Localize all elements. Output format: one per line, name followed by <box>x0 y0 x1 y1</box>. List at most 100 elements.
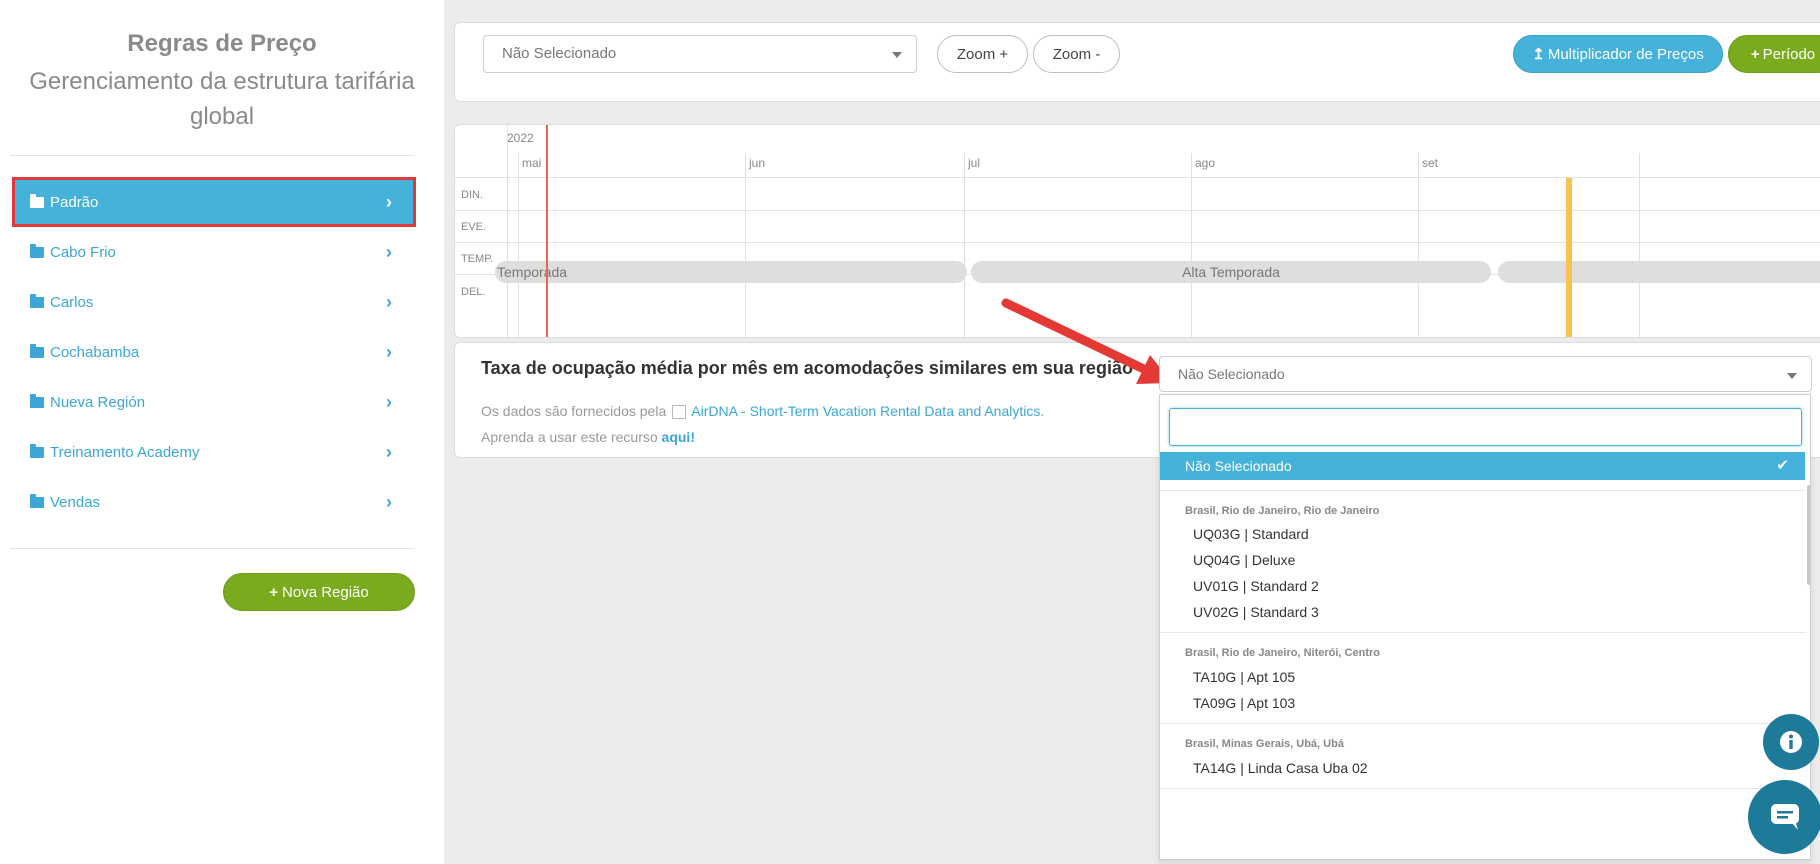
folder-open-icon <box>30 193 44 208</box>
divider <box>10 548 415 549</box>
dropdown-option[interactable]: UV02G | Standard 3 <box>1193 604 1319 620</box>
arrow-annotation <box>1001 298 1172 384</box>
row-label-del: DEL. <box>461 286 486 298</box>
price-multiplier-label: Multiplicador de Preços <box>1547 45 1704 63</box>
season-bar[interactable]: Temporada <box>495 261 967 283</box>
chevron-right-icon: › <box>386 392 392 412</box>
chevron-right-icon: › <box>386 192 392 212</box>
month-divider <box>518 153 519 337</box>
dropdown-group-label: Brasil, Minas Gerais, Ubá, Ubá <box>1185 738 1344 750</box>
dropdown-scrollbar[interactable] <box>1807 485 1810 585</box>
zoom-in-button[interactable]: Zoom + <box>937 35 1028 73</box>
month-divider <box>745 153 746 337</box>
date-marker <box>1566 178 1572 337</box>
dropdown-option[interactable]: TA09G | Apt 103 <box>1193 695 1295 711</box>
learn-prefix: Aprenda a usar este recurso <box>481 429 658 445</box>
row-divider <box>455 242 1820 243</box>
image-icon <box>672 405 687 420</box>
learn-text: Aprenda a usar este recurso aqui! <box>481 429 695 445</box>
dropdown-option[interactable]: TA14G | Linda Casa Uba 02 <box>1193 760 1368 776</box>
chevron-right-icon: › <box>386 442 392 462</box>
dropdown-option-selected[interactable]: Não Selecionado ✔ <box>1160 452 1805 480</box>
folder-icon <box>30 493 44 508</box>
month-label: jul <box>968 156 981 170</box>
folder-icon <box>30 293 44 308</box>
folder-icon <box>30 343 44 358</box>
dropdown-search-input[interactable] <box>1169 408 1802 446</box>
check-icon: ✔ <box>1776 457 1789 474</box>
month-label: set <box>1422 156 1439 170</box>
sidebar-item-label: Vendas <box>50 493 101 511</box>
chat-icon <box>1771 804 1799 830</box>
month-label: ago <box>1195 156 1216 170</box>
zoom-out-button[interactable]: Zoom - <box>1033 35 1120 73</box>
price-multiplier-button[interactable]: ↥ Multiplicador de Preços <box>1513 35 1723 73</box>
sidebar-item-label: Treinamento Academy <box>50 443 200 461</box>
add-region-label: Nova Região <box>282 583 369 601</box>
chevron-right-icon: › <box>386 242 392 262</box>
sidebar-item-label: Carlos <box>50 293 94 311</box>
dropdown-option[interactable]: TA10G | Apt 105 <box>1193 669 1295 685</box>
sidebar-item-label: Cabo Frio <box>50 243 116 261</box>
sidebar-item-label: Padrão <box>50 193 99 211</box>
timeline-axis <box>507 125 508 337</box>
listing-dropdown: Não Selecionado ✔ Brasil, Rio de Janeiro… <box>1159 394 1811 860</box>
row-divider <box>455 210 1820 211</box>
dropdown-option[interactable]: UV01G | Standard 2 <box>1193 578 1319 594</box>
today-line <box>546 125 548 337</box>
folder-icon <box>30 243 44 258</box>
season-bar[interactable] <box>1498 261 1820 283</box>
month-label: jun <box>749 156 766 170</box>
sidebar-item-cochabamba[interactable]: Cochabamba › <box>14 329 414 375</box>
sidebar-item-treinamento-academy[interactable]: Treinamento Academy › <box>14 429 414 475</box>
dropdown-option-label: Não Selecionado <box>1185 458 1292 474</box>
caret-down-icon <box>892 52 902 58</box>
data-source-prefix: Os dados são fornecidos pela <box>481 403 667 419</box>
divider <box>1160 632 1805 633</box>
info-button[interactable] <box>1763 714 1819 770</box>
dropdown-group-label: Brasil, Rio de Janeiro, Rio de Janeiro <box>1185 505 1380 517</box>
row-label-temp: TEMP. <box>461 253 494 265</box>
upload-icon: ↥ <box>1532 46 1545 63</box>
info-icon <box>1780 731 1802 753</box>
divider <box>1160 490 1805 491</box>
chevron-right-icon: › <box>386 342 392 362</box>
sidebar-item-cabo-frio[interactable]: Cabo Frio › <box>14 229 414 275</box>
month-divider <box>1418 153 1419 337</box>
sidebar-item-carlos[interactable]: Carlos › <box>14 279 414 325</box>
sidebar-item-nueva-region[interactable]: Nueva Región › <box>14 379 414 425</box>
add-region-button[interactable]: + Nova Região <box>223 573 415 611</box>
divider <box>1160 788 1805 789</box>
sidebar-item-padrao[interactable]: Padrão › <box>12 177 416 227</box>
page-title: Regras de Preço <box>127 30 317 57</box>
region-select[interactable]: Não Selecionado <box>483 35 917 73</box>
sidebar-item-vendas[interactable]: Vendas › <box>14 479 414 525</box>
dropdown-option[interactable]: UQ03G | Standard <box>1193 526 1309 542</box>
plus-icon: + <box>269 583 279 601</box>
timeline-year: 2022 <box>507 131 534 145</box>
season-bar[interactable]: Alta Temporada <box>971 261 1491 283</box>
listing-select[interactable]: Não Selecionado <box>1159 356 1812 392</box>
chevron-right-icon: › <box>386 292 392 312</box>
chat-button[interactable] <box>1748 780 1820 854</box>
page-subtitle: Gerenciamento da estrutura tarifária glo… <box>29 68 415 130</box>
airdna-link[interactable]: AirDNA - Short-Term Vacation Rental Data… <box>691 403 1040 419</box>
listing-select-value: Não Selecionado <box>1178 366 1285 382</box>
learn-link[interactable]: aqui! <box>662 429 695 445</box>
month-label: mai <box>522 156 542 170</box>
divider <box>10 155 415 156</box>
divider <box>1160 723 1805 724</box>
month-divider <box>1639 153 1640 337</box>
caret-down-icon <box>1787 373 1797 379</box>
dropdown-group-label: Brasil, Rio de Janeiro, Niterói, Centro <box>1185 647 1380 659</box>
add-period-button[interactable]: + Período <box>1728 35 1820 73</box>
month-divider <box>964 153 965 337</box>
chevron-right-icon: › <box>386 492 392 512</box>
folder-icon <box>30 393 44 408</box>
sidebar: Regras de Preço Gerenciamento da estrutu… <box>0 0 444 864</box>
add-period-label: Período <box>1762 45 1816 63</box>
row-label-din: DIN. <box>461 189 483 201</box>
data-source-text: Os dados são fornecidos pela AirDNA - Sh… <box>481 403 1045 420</box>
toolbar: Não Selecionado Zoom + Zoom - ↥ Multipli… <box>454 22 1820 102</box>
dropdown-option[interactable]: UQ04G | Deluxe <box>1193 552 1295 568</box>
